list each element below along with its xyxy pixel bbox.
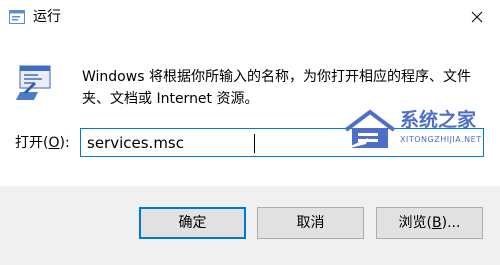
- open-input[interactable]: services.msc: [87, 133, 184, 153]
- watermark: 系统之家 XITONGZHIJIA.NET: [340, 100, 500, 160]
- window-title: 运行: [33, 9, 61, 25]
- run-dialog: 运行 Windows 将根据你所输入的名称，为你打开相应的程序、文件夹、文档或 …: [0, 0, 500, 265]
- browse-access-key: B: [432, 215, 442, 231]
- open-label: 打开(O):: [15, 133, 70, 153]
- title-bar[interactable]: 运行: [0, 0, 500, 34]
- house-logo-icon: [342, 108, 398, 152]
- browse-label-suffix: )...: [441, 215, 461, 231]
- open-label-prefix: 打开(: [15, 135, 49, 151]
- watermark-subtitle: XITONGZHIJIA.NET: [400, 135, 482, 144]
- browse-label-prefix: 浏览(: [398, 215, 433, 231]
- run-app-icon: [14, 62, 54, 102]
- close-button[interactable]: [454, 0, 500, 34]
- browse-button[interactable]: 浏览(B)...: [376, 207, 483, 239]
- close-icon: [471, 8, 483, 27]
- open-label-access-key: O: [48, 135, 60, 151]
- watermark-title: 系统之家: [400, 109, 477, 131]
- run-dialog-icon: [9, 9, 25, 24]
- cancel-button[interactable]: 取消: [257, 207, 364, 239]
- open-label-suffix: ):: [59, 135, 70, 151]
- ok-button[interactable]: 确定: [139, 207, 246, 239]
- text-caret: [254, 134, 255, 153]
